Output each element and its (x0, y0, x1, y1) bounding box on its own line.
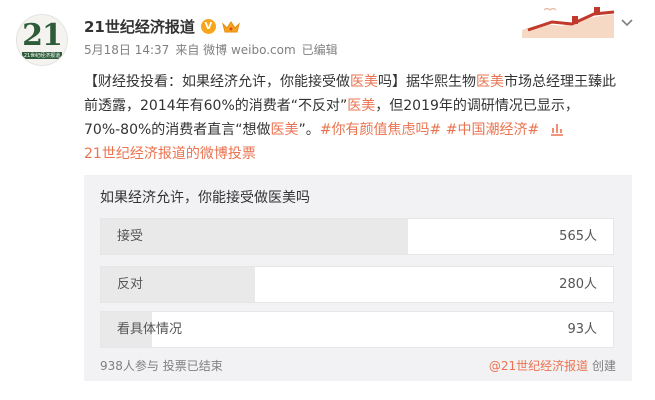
keyword-highlight[interactable]: 医美 (476, 74, 504, 90)
keyword-highlight[interactable]: 医美 (350, 74, 378, 90)
poll-option-label: 接受 (117, 229, 144, 244)
post-text-part: 吗】据华熙生物 (378, 74, 476, 90)
post-source[interactable]: 来自 微博 weibo.com (175, 41, 295, 58)
poll-participants: 938人参与 投票已结束 (100, 359, 223, 373)
hashtag-link[interactable]: #中国潮经济# (446, 122, 539, 138)
account-name[interactable]: 21世纪经济报道 (84, 16, 195, 37)
crown-icon[interactable] (221, 20, 240, 34)
keyword-highlight[interactable]: 医美 (347, 98, 375, 114)
poll-option-count: 93人 (567, 322, 597, 337)
poll-link[interactable]: 21世纪经济报道的微博投票 (84, 146, 256, 162)
edited-label[interactable]: 已编辑 (302, 41, 338, 58)
post-date[interactable]: 5月18日 14:37 (84, 41, 169, 58)
verified-icon: V (200, 19, 216, 34)
poll-card: 如果经济允许，你能接受做医美吗 接受 565人 反对 280人 看具体情况 93… (84, 175, 632, 381)
avatar[interactable]: 21 21世纪经济报道 (16, 14, 68, 66)
poll-created-label: 创建 (591, 359, 616, 373)
avatar-subtitle: 21世纪经济报道 (21, 52, 63, 59)
poll-option-label: 反对 (117, 277, 144, 292)
poll-icon (550, 124, 563, 136)
chevron-down-icon[interactable] (619, 14, 635, 30)
post-text-part: ”。 (298, 122, 320, 138)
poll-option-count: 565人 (559, 229, 597, 244)
post-text-part: 【财经投投看：如果经济允许，你能接受做 (84, 74, 350, 90)
keyword-highlight[interactable]: 医美 (271, 122, 299, 138)
post-meta: 5月18日 14:37 来自 微博 weibo.com 已编辑 (84, 41, 338, 58)
poll-option-count: 280人 (559, 277, 597, 292)
poll-option[interactable]: 反对 280人 (100, 266, 614, 303)
account-header: 21世纪经济报道 V (84, 16, 240, 37)
hashtag-link[interactable]: #你有颜值焦虑吗# (320, 122, 441, 138)
poll-question: 如果经济允许，你能接受做医美吗 (100, 190, 310, 206)
great-wall-banner (522, 4, 615, 38)
poll-option[interactable]: 看具体情况 93人 (100, 311, 614, 348)
poll-option-bar (101, 219, 409, 254)
avatar-number: 21 (22, 18, 63, 53)
poll-creator-info: @21世纪经济报道 创建 (489, 357, 616, 374)
post-text: 【财经投投看：如果经济允许，你能接受做医美吗】据华熙生物医美市场总经理王臻此前透… (84, 70, 624, 166)
poll-option[interactable]: 接受 565人 (100, 218, 614, 255)
poll-creator-link[interactable]: @21世纪经济报道 (489, 359, 588, 373)
poll-option-label: 看具体情况 (117, 322, 183, 337)
